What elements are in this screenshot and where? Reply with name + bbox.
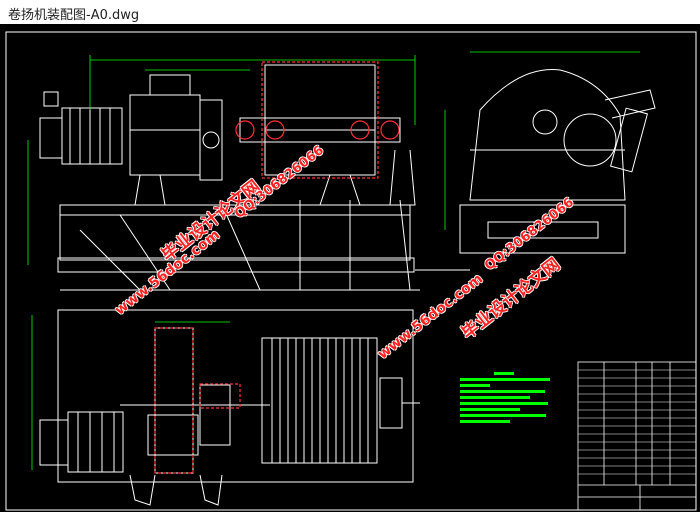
- drawing-canvas[interactable]: 毕业设计论文网 QQ:306826066 www.56doc.com QQ:30…: [0, 24, 700, 512]
- technical-notes: [460, 372, 550, 423]
- title-block: [577, 361, 697, 511]
- parts-list-rows: [578, 369, 696, 475]
- cad-drawing: [5, 31, 697, 511]
- window-title: 卷扬机装配图-A0.dwg: [8, 8, 140, 23]
- side-view-dimensions: [444, 51, 640, 230]
- side-view: [459, 69, 656, 254]
- title-bar: 卷扬机装配图-A0.dwg: [0, 0, 700, 25]
- plan-view: [39, 309, 420, 506]
- drawing-border: [5, 31, 697, 511]
